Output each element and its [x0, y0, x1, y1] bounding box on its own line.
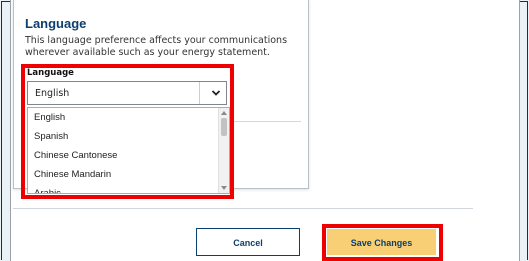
dropdown-option-spanish[interactable]: Spanish [28, 127, 229, 146]
dropdown-option-chinese-mandarin[interactable]: Chinese Mandarin [28, 165, 229, 184]
language-select[interactable]: English [27, 81, 227, 105]
section-divider [13, 208, 473, 209]
card-divider [231, 121, 301, 122]
dropdown-option-chinese-cantonese[interactable]: Chinese Cantonese [28, 146, 229, 165]
save-changes-button[interactable]: Save Changes [327, 229, 436, 255]
scroll-up-arrow-icon[interactable] [221, 111, 227, 115]
dropdown-option-arabic[interactable]: Arabic [28, 184, 229, 193]
select-divider [199, 82, 200, 104]
scroll-thumb[interactable] [221, 118, 227, 136]
cancel-button[interactable]: Cancel [196, 228, 300, 256]
dropdown-option-english[interactable]: English [28, 108, 229, 127]
language-dropdown-list[interactable]: English Spanish Chinese Cantonese Chines… [27, 107, 230, 194]
chevron-down-icon[interactable] [211, 88, 221, 98]
card-description: This language preference affects your co… [25, 35, 288, 58]
language-select-value: English [35, 88, 70, 99]
card-title: Language [25, 16, 87, 31]
scroll-down-arrow-icon[interactable] [221, 186, 227, 190]
dropdown-scrollbar[interactable] [218, 108, 229, 193]
language-field-label: Language [27, 68, 74, 78]
